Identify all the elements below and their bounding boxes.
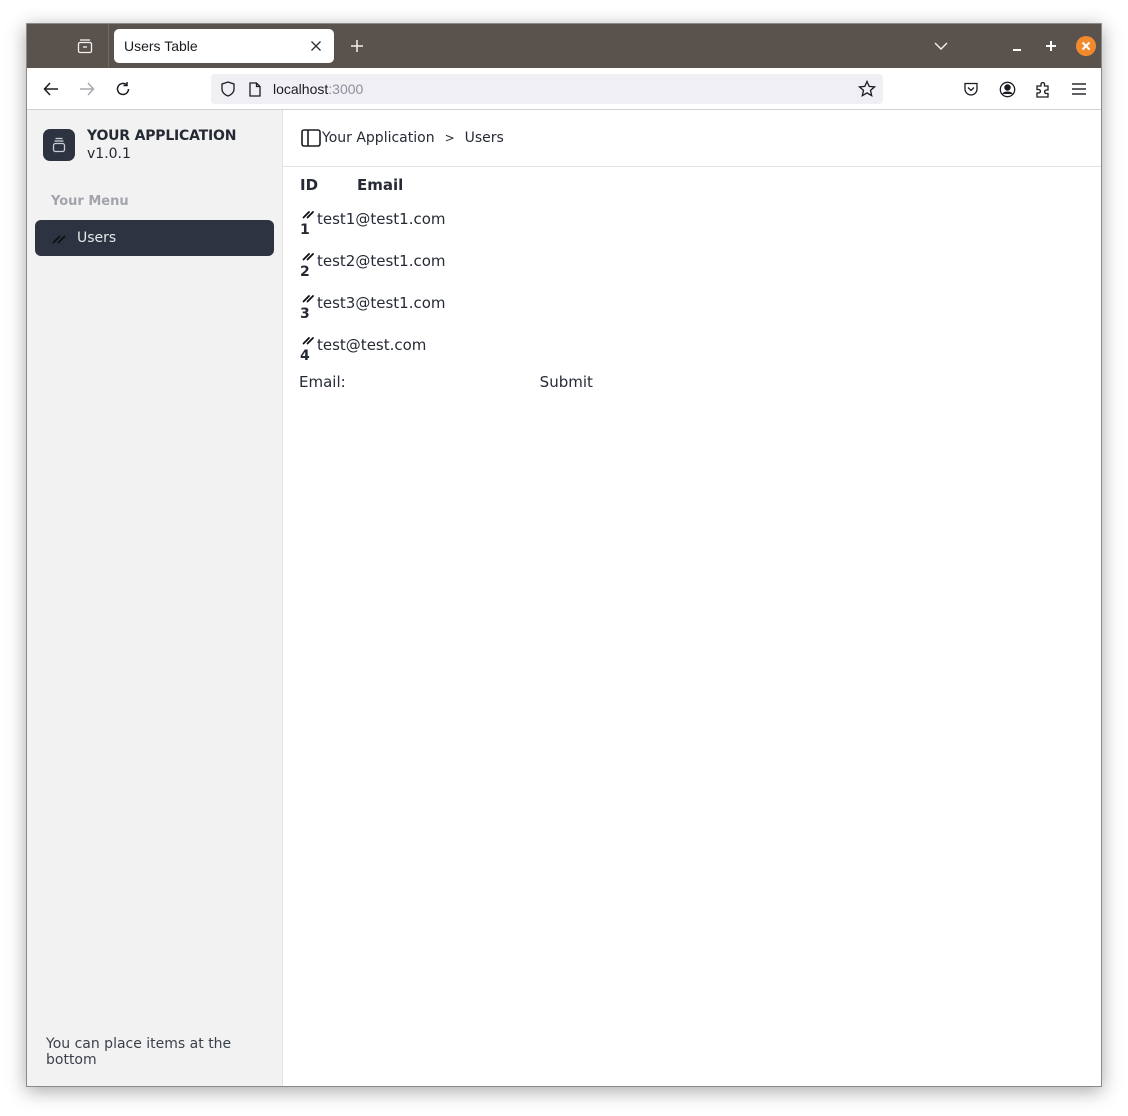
sidebar-footer: You can place items at the bottom (46, 1036, 232, 1068)
row-email: test2@test1.com (317, 252, 446, 270)
column-header-id: ID (300, 176, 319, 194)
puzzle-icon[interactable] (1033, 79, 1053, 99)
brand-version: v1.0.1 (87, 146, 131, 162)
shield-icon[interactable] (219, 80, 237, 98)
account-icon[interactable] (997, 79, 1017, 99)
row-email: test3@test1.com (317, 294, 446, 312)
pocket-icon[interactable] (961, 79, 981, 99)
arrow-right-icon[interactable] (77, 79, 97, 99)
window-close-icon[interactable] (1076, 36, 1096, 56)
slashes-icon[interactable] (301, 290, 315, 304)
archive-icon (43, 129, 75, 161)
sidebar: YOUR APPLICATION v1.0.1 Your Menu Users … (27, 110, 283, 1086)
add-user-form: Email: Submit (299, 370, 1101, 394)
tab-title: Users Table (124, 38, 198, 54)
page-icon[interactable] (247, 80, 263, 98)
plus-icon[interactable] (347, 36, 367, 56)
app: YOUR APPLICATION v1.0.1 Your Menu Users … (27, 110, 1101, 1086)
header: Your Application > Users (283, 110, 1101, 167)
main-content: Your Application > Users ID Email 1 test… (283, 110, 1101, 1086)
column-header-email: Email (357, 176, 404, 194)
sidebar-toggle-icon[interactable] (300, 128, 322, 148)
row-email: test@test.com (317, 336, 427, 354)
tab-list-icon[interactable] (75, 36, 95, 56)
slashes-icon (51, 230, 67, 246)
brand[interactable]: YOUR APPLICATION v1.0.1 (43, 127, 236, 163)
chevron-down-icon[interactable] (931, 36, 951, 56)
row-id: 2 (300, 264, 310, 280)
table-row: 3 test3@test1.com (299, 282, 1101, 324)
maximize-icon[interactable] (1042, 36, 1060, 56)
url-text[interactable]: localhost:3000 (273, 81, 857, 97)
users-rows: 1 test1@test1.com 2 test2@test1.com 3 te… (299, 198, 1101, 366)
breadcrumb-app[interactable]: Your Application (322, 130, 435, 146)
slashes-icon[interactable] (301, 206, 315, 220)
users-table: ID Email (299, 172, 403, 198)
table-header-row: ID Email (299, 172, 403, 198)
close-icon[interactable] (308, 38, 324, 54)
email-label: Email: (299, 373, 346, 391)
breadcrumb-users[interactable]: Users (465, 130, 504, 146)
table-row: 4 test@test.com (299, 324, 1101, 366)
breadcrumb-separator: > (444, 131, 455, 145)
browser-window: Users Table localhost:3000 YOUR APPLICAT… (26, 23, 1102, 1087)
users-content: ID Email 1 test1@test1.com 2 test2@test1… (283, 167, 1101, 394)
table-row: 2 test2@test1.com (299, 240, 1101, 282)
table-row: 1 test1@test1.com (299, 198, 1101, 240)
tab-bar: Users Table (27, 24, 1101, 68)
reload-icon[interactable] (113, 79, 133, 99)
submit-button[interactable]: Submit (540, 373, 593, 391)
url-host: localhost (273, 81, 329, 97)
row-id: 3 (300, 306, 310, 322)
nav-bar: localhost:3000 (27, 68, 1101, 110)
row-email: test1@test1.com (317, 210, 446, 228)
menu-label: Your Menu (51, 194, 129, 209)
slashes-icon[interactable] (301, 332, 315, 346)
url-port: :3000 (328, 81, 364, 97)
email-field[interactable] (349, 371, 538, 393)
sidebar-item-users[interactable]: Users (35, 220, 274, 256)
url-bar[interactable]: localhost:3000 (211, 74, 883, 104)
slashes-icon[interactable] (301, 248, 315, 262)
row-id: 4 (300, 348, 310, 364)
brand-name: YOUR APPLICATION (87, 128, 237, 144)
star-icon[interactable] (857, 79, 877, 99)
sidebar-item-label: Users (77, 230, 117, 246)
arrow-left-icon[interactable] (41, 79, 61, 99)
row-id: 1 (300, 222, 310, 238)
tabbar-separator (108, 24, 109, 68)
hamburger-icon[interactable] (1069, 79, 1089, 99)
tab-users-table[interactable]: Users Table (114, 29, 334, 63)
minimize-icon[interactable] (1008, 36, 1026, 56)
